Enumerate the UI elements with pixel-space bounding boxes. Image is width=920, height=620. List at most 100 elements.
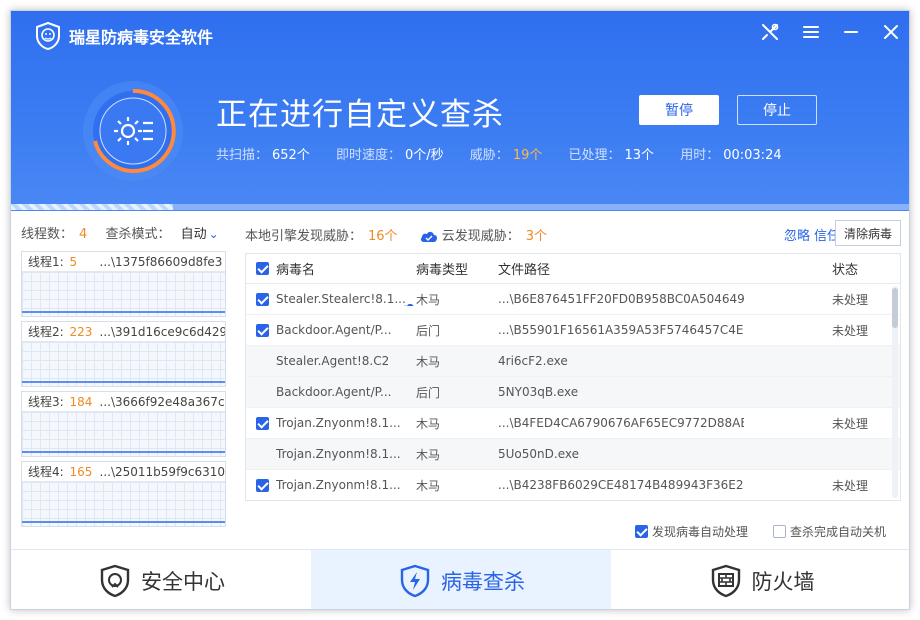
nav-virus-scan[interactable]: 病毒查杀 — [311, 550, 611, 609]
table-body: Stealer.Stealerc!8.1... 木马 ...\B6E876451FF… — [246, 284, 900, 500]
handled-value: 13个 — [624, 148, 655, 163]
virus-type: 后门 — [416, 323, 441, 338]
table-row[interactable]: Stealer.Stealerc!8.1... 木马 ...\B6E876451FF… — [246, 284, 900, 315]
threads-value[interactable]: 4 — [79, 227, 87, 242]
file-path: ...\B4FED4CA6790676AF65EC9772D88AE6 — [498, 416, 744, 430]
nav-label: 病毒查杀 — [441, 569, 525, 594]
thread-count: 5 — [69, 255, 78, 269]
virus-name-text: Stealer.Stealerc!8.1... — [276, 292, 406, 306]
thread-header: 线程2: 223 ...\391d16ce9c6d429 — [22, 322, 225, 342]
file-path: 5NY03qB.exe — [498, 385, 579, 399]
virus-type: 木马 — [416, 354, 441, 369]
clear-virus-button[interactable]: 清除病毒 — [835, 220, 901, 246]
pause-button[interactable]: 暂停 — [639, 95, 719, 125]
table-row[interactable]: Trojan.Znyonm!8.1... 木马 ...\B4FED4CA679067… — [246, 408, 900, 439]
auto-shutdown-checkbox[interactable] — [773, 525, 786, 538]
virus-name-text: Backdoor.Agent/P... — [276, 385, 392, 399]
table-row[interactable]: Backdoor.Agent/P... 后门 ...\B55901F16561A35… — [246, 315, 900, 346]
table-row[interactable]: Stealer.Agent!8.C2 木马 4ri6cF2.exe — [246, 346, 900, 377]
scan-progress-fill — [11, 204, 173, 210]
file-path: ...\B4238FB6029CE48174B489943F36E20E — [498, 478, 744, 492]
time-label: 用时： — [680, 148, 720, 163]
minimize-icon[interactable] — [840, 21, 862, 43]
thread-activity-graph — [22, 412, 225, 456]
ignore-link[interactable]: 忽略 — [784, 225, 810, 244]
thread-monitor: 线程4: 165 ...\25011b59f9c6310 — [21, 461, 226, 527]
nav-firewall[interactable]: 防火墙 — [611, 550, 909, 609]
cloud-icon — [403, 303, 414, 306]
menu-icon[interactable] — [800, 21, 822, 43]
threads-label: 线程数： — [21, 227, 74, 242]
row-checkbox[interactable] — [256, 324, 269, 337]
scanned-label: 共扫描： — [216, 148, 269, 163]
auto-handle-checkbox[interactable] — [635, 525, 648, 538]
virus-name: Stealer.Stealerc!8.1... — [276, 292, 416, 306]
col-name: 病毒名 — [276, 263, 316, 278]
threat-label: 威胁： — [469, 148, 509, 163]
shield-wall-icon — [711, 564, 740, 597]
thread-path: ...\3666f92e48a367c — [99, 395, 225, 409]
virus-name: Trojan.Znyonm!8.1... — [276, 447, 416, 461]
bottom-nav: 安全中心 病毒查杀 防火墙 — [11, 549, 909, 609]
scan-title: 正在进行自定义查杀 — [216, 97, 504, 133]
time-value: 00:03:24 — [723, 148, 782, 163]
thread-label: 线程3: — [28, 395, 64, 409]
virus-name-text: Backdoor.Agent/P... — [276, 323, 392, 337]
chevron-down-icon: ⌄ — [208, 227, 219, 241]
table-scrollbar[interactable] — [892, 286, 898, 498]
row-checkbox[interactable] — [256, 479, 269, 492]
title-bar: 瑞星防病毒安全软件 — [11, 11, 909, 55]
thread-monitor: 线程3: 184 ...\3666f92e48a367c — [21, 391, 226, 457]
auto-handle-option[interactable]: 发现病毒自动处理 — [635, 523, 748, 540]
table-row[interactable]: Trojan.Znyonm!8.1... 木马 5Uo50nD.exe — [246, 439, 900, 470]
scan-stats: 共扫描： 652个 即时速度： 0个/秒 威胁： 19个 已处理： 13个 用时： 00:… — [216, 144, 804, 163]
mode-label: 查杀模式： — [105, 227, 171, 242]
nav-label: 防火墙 — [751, 569, 815, 594]
thread-count: 184 — [69, 395, 93, 409]
local-threat-label: 本地引擎发现威胁： — [245, 229, 363, 244]
auto-shutdown-option[interactable]: 查杀完成自动关机 — [773, 523, 886, 540]
handled-label: 已处理： — [568, 148, 621, 163]
virus-name-text: Stealer.Agent!8.C2 — [276, 354, 390, 368]
threat-value: 19个 — [512, 148, 543, 163]
table-row[interactable]: Backdoor.Agent/P... 后门 5NY03qB.exe — [246, 377, 900, 408]
local-threat-value: 16个 — [368, 229, 398, 244]
stop-button[interactable]: 停止 — [737, 95, 817, 125]
thread-monitor: 线程1: 5 ...\1375f86609d8fe3 — [21, 251, 226, 317]
thread-label: 线程1: — [28, 255, 64, 269]
threat-panel: 本地引擎发现威胁： 16个 云发现威胁： 3个 忽略 信任 清除病毒 病毒名 病毒类… — [245, 211, 905, 549]
thread-count: 223 — [69, 325, 93, 339]
scrollbar-thumb[interactable] — [892, 288, 898, 328]
close-icon[interactable] — [880, 21, 902, 43]
virus-type: 木马 — [416, 478, 441, 493]
thread-path: ...\391d16ce9c6d429 — [99, 325, 225, 339]
app-title: 瑞星防病毒安全软件 — [69, 28, 214, 47]
row-status: 未处理 — [832, 292, 869, 307]
scan-progress-bar — [11, 204, 909, 210]
shield-lion-icon — [100, 564, 130, 597]
scan-gear-icon — [81, 79, 185, 183]
app-window: 瑞星防病毒安全软件 正在进行自定义查杀 共扫描： 652个 即时速度： 0个/秒… — [10, 10, 910, 610]
threat-summary: 本地引擎发现威胁： 16个 云发现威胁： 3个 — [245, 225, 565, 247]
header: 瑞星防病毒安全软件 正在进行自定义查杀 共扫描： 652个 即时速度： 0个/秒… — [11, 11, 909, 211]
virus-type: 木马 — [416, 447, 441, 462]
auto-handle-label: 发现病毒自动处理 — [652, 525, 749, 539]
thread-monitor: 线程2: 223 ...\391d16ce9c6d429 — [21, 321, 226, 387]
file-path: ...\B55901F16561A359A53F5746457C4E3A — [498, 323, 744, 337]
virus-name: Trojan.Znyonm!8.1... — [276, 478, 416, 492]
row-checkbox-cell — [246, 478, 276, 492]
tools-icon[interactable] — [759, 21, 781, 43]
thread-path: ...\25011b59f9c6310 — [99, 465, 225, 479]
select-all-checkbox[interactable] — [256, 262, 269, 275]
mode-select[interactable]: 自动 ⌄ — [175, 227, 219, 242]
scanned-value: 652个 — [272, 148, 310, 163]
row-checkbox[interactable] — [256, 293, 269, 306]
table-header: 病毒名 病毒类型 文件路径 状态 — [246, 254, 900, 284]
table-row[interactable]: Trojan.Znyonm!8.1... 木马 ...\B4238FB6029CE4… — [246, 470, 900, 500]
virus-name-text: Trojan.Znyonm!8.1... — [276, 447, 401, 461]
auto-shutdown-label: 查杀完成自动关机 — [790, 525, 887, 539]
speed-value: 0个/秒 — [405, 148, 444, 163]
row-checkbox[interactable] — [256, 417, 269, 430]
row-checkbox-cell — [246, 416, 276, 430]
nav-security-center[interactable]: 安全中心 — [11, 550, 311, 609]
